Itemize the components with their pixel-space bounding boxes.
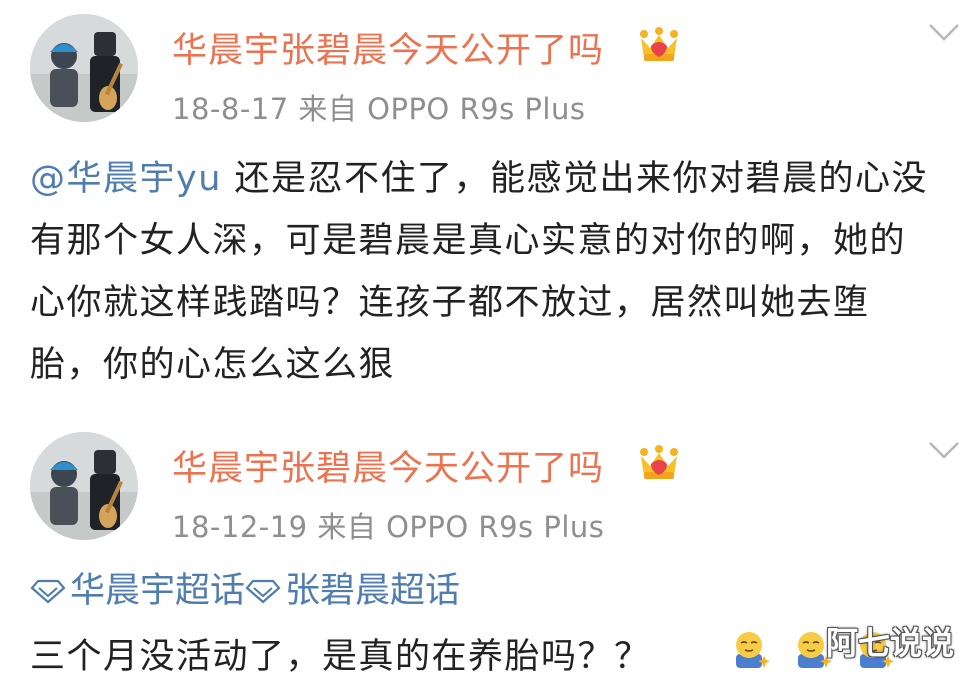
user-avatar[interactable]: [30, 14, 138, 122]
weibo-post: 华晨宇张碧晨今天公开了吗 18-12-19 来自 OPPO R9s Plus 华…: [0, 418, 964, 677]
post-source: 来自 OPPO R9s Plus: [317, 510, 605, 544]
crown-icon: [640, 27, 678, 61]
post-content: @华晨宇yu 还是忍不住了，能感觉出来你对碧晨的心没有那个女人深，可是碧晨是真心…: [30, 148, 940, 396]
username-link[interactable]: 华晨宇张碧晨今天公开了吗: [172, 440, 604, 491]
weibo-post: 华晨宇张碧晨今天公开了吗 18-8-17 来自 OPPO R9s Plus @华…: [0, 0, 964, 410]
post-meta: 18-12-19 来自 OPPO R9s Plus: [172, 504, 604, 546]
avatar-image: [30, 432, 138, 540]
topic-label: 华晨宇超话: [70, 571, 246, 611]
chevron-down-icon[interactable]: [928, 440, 960, 460]
post-meta: 18-8-17 来自 OPPO R9s Plus: [172, 86, 585, 128]
post-text: 三个月没活动了，是真的在养胎吗？？: [30, 637, 651, 677]
topic-label: 张碧晨超话: [285, 571, 461, 611]
post-date: 18-12-19: [172, 510, 308, 544]
bowing-face-icon: [736, 632, 770, 668]
diamond-icon: [245, 579, 281, 604]
post-date: 18-8-17: [172, 92, 289, 126]
crown-icon: [640, 445, 678, 479]
diamond-icon: [30, 579, 66, 604]
chevron-down-icon[interactable]: [928, 22, 960, 42]
mention-link[interactable]: @华晨宇yu: [30, 159, 222, 199]
username-link[interactable]: 华晨宇张碧晨今天公开了吗: [172, 22, 604, 73]
topic-link[interactable]: 张碧晨超话: [245, 568, 460, 614]
topic-links: 华晨宇超话 张碧晨超话: [30, 568, 460, 616]
user-avatar[interactable]: [30, 432, 138, 540]
topic-link[interactable]: 华晨宇超话: [30, 568, 245, 614]
avatar-image: [30, 14, 138, 122]
watermark: 阿七说说: [826, 624, 955, 662]
post-source: 来自 OPPO R9s Plus: [298, 92, 586, 126]
